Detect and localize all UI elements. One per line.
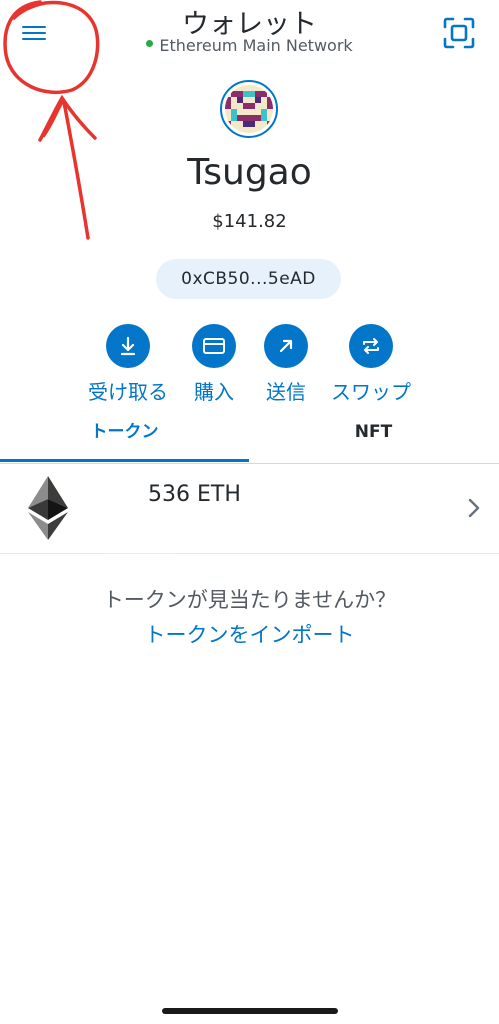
account-name[interactable]: Tsugao [0,152,499,193]
tab-nft[interactable]: NFT [249,412,498,462]
buy-button[interactable]: 購入 [186,324,242,405]
swap-button[interactable]: スワップ [324,324,418,405]
home-indicator[interactable] [162,1008,338,1014]
network-status-dot [146,40,154,47]
receive-icon [120,336,136,356]
import-tokens-link[interactable]: トークンをインポート [0,619,499,649]
buy-label: 購入 [194,380,234,404]
account-address-button[interactable]: 0xCB50...5eAD [156,259,341,299]
send-button[interactable]: 送信 [258,324,314,405]
swap-label: スワップ [331,380,411,404]
account-avatar[interactable] [220,80,278,138]
ethereum-icon [28,476,68,540]
token-row-eth[interactable]: 536 ETH [0,464,499,554]
action-bar: 受け取る 購入 送信 スワップ [0,324,499,408]
buy-card-icon [203,338,225,354]
chevron-right-icon [468,498,480,518]
swap-icon [363,338,379,354]
send-arrow-icon [279,339,293,353]
receive-label: 受け取る [88,380,168,404]
asset-tabs: トークン NFT [0,412,499,464]
header: ウォレット Ethereum Main Network [0,0,499,70]
network-indicator[interactable]: Ethereum Main Network [0,36,499,55]
receive-button[interactable]: 受け取る [82,324,174,405]
missing-token-question: トークンが見当たりませんか？ [102,588,397,612]
token-balance: 536 ETH [148,482,241,507]
network-name: Ethereum Main Network [159,36,353,55]
account-balance: $141.82 [212,211,287,232]
send-label: 送信 [266,380,306,404]
tab-tokens[interactable]: トークン [0,412,249,462]
qr-scan-icon[interactable] [442,16,476,50]
identicon-icon [225,85,273,133]
